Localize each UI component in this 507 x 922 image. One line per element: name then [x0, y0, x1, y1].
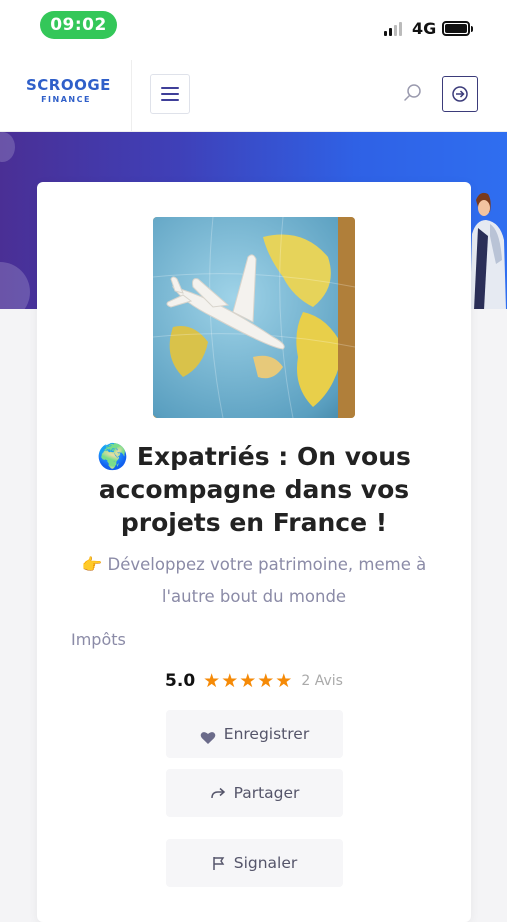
rating-row: 5.0 ★★★★★ 2 Avis [37, 670, 471, 692]
heart-icon [200, 732, 216, 744]
rating-score: 5.0 [165, 671, 196, 691]
category-link[interactable]: Impôts [71, 630, 126, 649]
article-subtitle: 👉 Développez votre patrimoine, meme à l'… [81, 555, 427, 606]
scrooge-finance-logo[interactable]: SCROOGE FINANCE [26, 76, 111, 104]
flag-icon [212, 856, 225, 870]
search-button[interactable] [402, 82, 424, 104]
share-arrow-icon [210, 787, 225, 799]
login-button[interactable] [442, 76, 478, 112]
article-title: 🌍 Expatriés : On vous accompagne dans vo… [97, 442, 411, 537]
article-card: 🌍 Expatriés : On vous accompagne dans vo… [37, 182, 471, 922]
logo-tagline: FINANCE [41, 95, 91, 104]
reviews-count[interactable]: 2 Avis [301, 673, 343, 689]
save-label: Enregistrer [223, 725, 310, 743]
status-bar: 09:02 4G [0, 0, 507, 52]
signal-icon [384, 22, 402, 36]
article-image [153, 217, 355, 418]
nav-divider [131, 60, 132, 132]
sign-in-icon [452, 86, 468, 102]
top-navbar: SCROOGE FINANCE [0, 52, 507, 132]
hamburger-icon [161, 87, 179, 89]
share-button[interactable]: Partager [166, 769, 343, 817]
advisor-illustration [470, 192, 506, 309]
battery-icon [442, 21, 473, 36]
menu-button[interactable] [150, 74, 190, 114]
search-icon [404, 84, 421, 101]
network-type: 4G [412, 19, 437, 38]
status-time: 09:02 [40, 11, 117, 39]
share-label: Partager [233, 784, 300, 802]
report-button[interactable]: Signaler [166, 839, 343, 887]
report-label: Signaler [233, 854, 298, 872]
star-rating-icon: ★★★★★ [203, 670, 294, 692]
save-button[interactable]: Enregistrer [166, 710, 343, 758]
logo-wordmark: SCROOGE [26, 76, 111, 94]
